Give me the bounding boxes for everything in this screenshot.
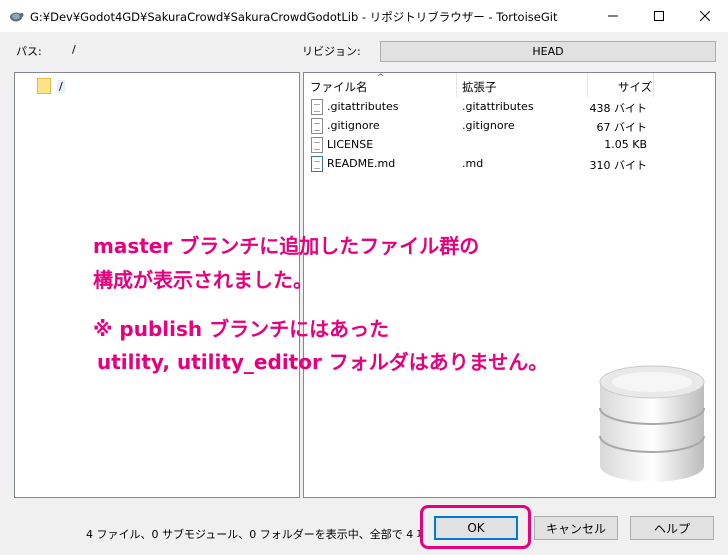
file-row[interactable]: README.md .md 310 バイト	[304, 155, 715, 174]
file-icon	[311, 99, 323, 115]
file-extension: .md	[462, 157, 484, 170]
tree-item-label: /	[57, 79, 65, 93]
file-row[interactable]: .gitattributes .gitattributes 438 バイト	[304, 98, 715, 117]
folder-icon	[37, 78, 51, 94]
annotation-line-4: utility, utility_editor フォルダはありません。	[97, 350, 549, 374]
sort-ascending-icon: ^	[377, 73, 385, 83]
file-name: README.md	[327, 157, 396, 170]
ok-button[interactable]: OK	[434, 516, 518, 540]
column-divider[interactable]	[653, 73, 654, 97]
file-icon	[311, 118, 323, 134]
file-name: .gitignore	[327, 119, 380, 132]
minimize-icon	[608, 15, 618, 17]
column-divider[interactable]	[456, 73, 457, 97]
file-name: .gitattributes	[327, 100, 399, 113]
help-button[interactable]: ヘルプ	[630, 516, 714, 540]
file-size: 1.05 KB	[604, 138, 647, 151]
column-header-filename[interactable]: ファイル名	[310, 79, 368, 95]
revision-button[interactable]: HEAD	[380, 41, 716, 62]
maximize-icon	[654, 11, 664, 21]
tree-item-root[interactable]: /	[37, 77, 65, 95]
column-header-extension[interactable]: 拡張子	[462, 79, 497, 95]
window-title: G:¥Dev¥Godot4GD¥SakuraCrowd¥SakuraCrowdG…	[30, 10, 558, 24]
revision-label: リビジョン:	[302, 45, 361, 58]
status-text: 4 ファイル、0 サブモジュール、0 フォルダーを表示中、全部で 4 項目	[86, 528, 422, 541]
file-row[interactable]: .gitignore .gitignore 67 バイト	[304, 117, 715, 136]
close-icon	[700, 11, 710, 21]
file-name: LICENSE	[327, 138, 374, 151]
file-size: 438 バイト	[589, 102, 648, 115]
file-size: 67 バイト	[596, 121, 648, 134]
title-bar: G:¥Dev¥Godot4GD¥SakuraCrowd¥SakuraCrowdG…	[0, 0, 728, 32]
file-extension: .gitattributes	[462, 100, 534, 113]
file-extension: .gitignore	[462, 119, 515, 132]
file-icon	[311, 137, 323, 153]
path-label: パス:	[16, 45, 42, 58]
tortoisegit-icon	[10, 12, 24, 22]
database-icon	[599, 365, 705, 482]
column-divider[interactable]	[587, 73, 588, 97]
cancel-button[interactable]: キャンセル	[534, 516, 618, 540]
file-row[interactable]: LICENSE 1.05 KB	[304, 136, 715, 155]
annotation-line-1: master ブランチに追加したファイル群の	[93, 234, 480, 258]
column-header-size[interactable]: サイズ	[618, 79, 652, 95]
annotation-line-2: 構成が表示されました。	[93, 268, 313, 292]
minimize-button[interactable]	[590, 0, 636, 32]
annotation-line-3: ※ publish ブランチにはあった	[93, 317, 390, 341]
close-button[interactable]	[682, 0, 728, 32]
maximize-button[interactable]	[636, 0, 682, 32]
path-value: /	[72, 43, 76, 56]
markdown-file-icon	[311, 156, 323, 172]
file-size: 310 バイト	[589, 159, 648, 172]
